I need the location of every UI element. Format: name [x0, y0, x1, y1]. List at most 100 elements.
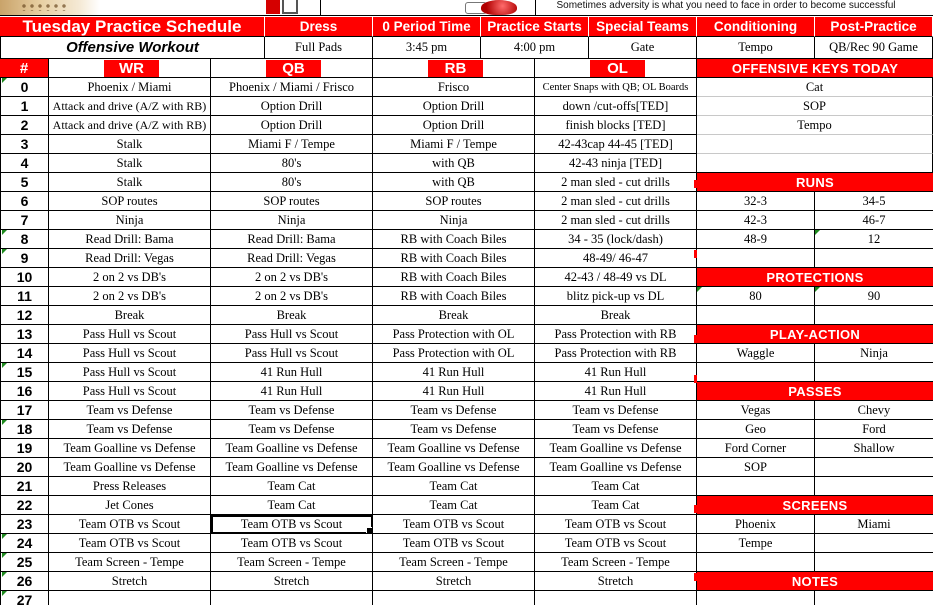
schedule-cell-wr[interactable]: Team OTB vs Scout	[49, 515, 211, 534]
schedule-cell-rb[interactable]	[373, 591, 535, 605]
section-item-left[interactable]	[697, 553, 815, 572]
schedule-cell-ol[interactable]: Center Snaps with QB; OL Boards	[535, 78, 697, 97]
section-item-left[interactable]	[697, 249, 815, 268]
schedule-cell-ol[interactable]: down /cut-offs[TED]	[535, 97, 697, 116]
row-number[interactable]: 12	[0, 306, 49, 325]
schedule-cell-wr[interactable]: 2 on 2 vs DB's	[49, 287, 211, 306]
schedule-cell-rb[interactable]: RB with Coach Biles	[373, 268, 535, 287]
section-item-left[interactable]: 80	[697, 287, 815, 306]
schedule-cell-wr[interactable]: Attack and drive (A/Z with RB)	[49, 116, 211, 135]
schedule-cell-qb[interactable]: Option Drill	[211, 116, 373, 135]
schedule-cell-wr[interactable]: Pass Hull vs Scout	[49, 382, 211, 401]
schedule-cell-rb[interactable]: Team Goalline vs Defense	[373, 458, 535, 477]
schedule-cell-qb[interactable]: Read Drill: Bama	[211, 230, 373, 249]
schedule-cell-rb[interactable]: 41 Run Hull	[373, 382, 535, 401]
schedule-cell-ol[interactable]: Team Cat	[535, 496, 697, 515]
schedule-cell-wr[interactable]: Read Drill: Vegas	[49, 249, 211, 268]
schedule-cell-rb[interactable]: Team OTB vs Scout	[373, 534, 535, 553]
schedule-cell-rb[interactable]: Option Drill	[373, 116, 535, 135]
comment-indicator-icon[interactable]	[2, 553, 7, 558]
schedule-cell-wr[interactable]	[49, 591, 211, 605]
schedule-cell-rb[interactable]: Team vs Defense	[373, 420, 535, 439]
section-item-right[interactable]: 34-5	[815, 192, 933, 211]
row-number[interactable]: 7	[0, 211, 49, 230]
row-number[interactable]: 22	[0, 496, 49, 515]
header-value-post-practice[interactable]: QB/Rec 90 Game	[815, 37, 933, 59]
row-number[interactable]: 1	[0, 97, 49, 116]
schedule-cell-wr[interactable]: Team Screen - Tempe	[49, 553, 211, 572]
section-item-left[interactable]	[697, 591, 815, 605]
row-number[interactable]: 6	[0, 192, 49, 211]
schedule-cell-ol[interactable]: Pass Protection with RB	[535, 325, 697, 344]
section-item-right[interactable]	[815, 306, 933, 325]
section-item-right[interactable]: Ford	[815, 420, 933, 439]
row-number[interactable]: 25	[0, 553, 49, 572]
schedule-cell-rb[interactable]: RB with Coach Biles	[373, 230, 535, 249]
schedule-cell-ol[interactable]: 42-43 / 48-49 vs DL	[535, 268, 697, 287]
schedule-cell-wr[interactable]: Pass Hull vs Scout	[49, 363, 211, 382]
schedule-cell-ol[interactable]: 2 man sled - cut drills	[535, 192, 697, 211]
header-value-practice-starts[interactable]: 4:00 pm	[481, 37, 589, 59]
schedule-cell-ol[interactable]: Team Screen - Tempe	[535, 553, 697, 572]
offensive-key-item[interactable]: Tempo	[697, 116, 933, 135]
section-item-left[interactable]: Ford Corner	[697, 439, 815, 458]
schedule-cell-qb[interactable]: Team vs Defense	[211, 420, 373, 439]
offensive-key-item[interactable]	[697, 135, 933, 154]
section-item-left[interactable]: 42-3	[697, 211, 815, 230]
schedule-cell-qb[interactable]: 41 Run Hull	[211, 363, 373, 382]
schedule-cell-qb[interactable]: Team vs Defense	[211, 401, 373, 420]
schedule-cell-qb[interactable]: 2 on 2 vs DB's	[211, 287, 373, 306]
comment-indicator-icon[interactable]	[2, 230, 7, 235]
row-number[interactable]: 10	[0, 268, 49, 287]
schedule-cell-qb[interactable]: SOP routes	[211, 192, 373, 211]
header-value-0-period-time[interactable]: 3:45 pm	[373, 37, 481, 59]
offensive-key-item[interactable]: SOP	[697, 97, 933, 116]
section-item-right[interactable]	[815, 458, 933, 477]
row-number[interactable]: 18	[0, 420, 49, 439]
schedule-cell-qb[interactable]: Team OTB vs Scout	[211, 534, 373, 553]
schedule-cell-qb[interactable]: Ninja	[211, 211, 373, 230]
section-item-left[interactable]	[697, 306, 815, 325]
row-number[interactable]: 23	[0, 515, 49, 534]
schedule-cell-rb[interactable]: Frisco	[373, 78, 535, 97]
row-number[interactable]: 5	[0, 173, 49, 192]
schedule-cell-rb[interactable]: Pass Protection with OL	[373, 325, 535, 344]
schedule-cell-rb[interactable]: Team Cat	[373, 496, 535, 515]
row-number[interactable]: 21	[0, 477, 49, 496]
schedule-cell-wr[interactable]: Team OTB vs Scout	[49, 534, 211, 553]
schedule-cell-ol[interactable]: Team vs Defense	[535, 420, 697, 439]
schedule-cell-qb[interactable]: Read Drill: Vegas	[211, 249, 373, 268]
section-item-right[interactable]	[815, 249, 933, 268]
comment-indicator-icon[interactable]	[2, 249, 7, 254]
schedule-cell-qb[interactable]: Team OTB vs Scout	[211, 515, 373, 534]
schedule-cell-wr[interactable]: Stalk	[49, 135, 211, 154]
section-item-left[interactable]	[697, 363, 815, 382]
schedule-cell-rb[interactable]: Option Drill	[373, 97, 535, 116]
schedule-cell-rb[interactable]: SOP routes	[373, 192, 535, 211]
section-item-left[interactable]: Phoenix	[697, 515, 815, 534]
comment-indicator-icon[interactable]	[2, 572, 7, 577]
schedule-cell-wr[interactable]: Phoenix / Miami	[49, 78, 211, 97]
schedule-cell-rb[interactable]: Ninja	[373, 211, 535, 230]
section-item-left[interactable]: Geo	[697, 420, 815, 439]
schedule-cell-qb[interactable]: Stretch	[211, 572, 373, 591]
row-number[interactable]: 11	[0, 287, 49, 306]
schedule-cell-ol[interactable]: Break	[535, 306, 697, 325]
schedule-cell-ol[interactable]: 2 man sled - cut drills	[535, 211, 697, 230]
schedule-cell-rb[interactable]: Team Goalline vs Defense	[373, 439, 535, 458]
header-value-special-teams[interactable]: Gate	[589, 37, 697, 59]
schedule-cell-ol[interactable]: blitz pick-up vs DL	[535, 287, 697, 306]
schedule-cell-ol[interactable]: 41 Run Hull	[535, 382, 697, 401]
schedule-cell-qb[interactable]: 80's	[211, 173, 373, 192]
row-number[interactable]: 14	[0, 344, 49, 363]
schedule-cell-ol[interactable]: Team vs Defense	[535, 401, 697, 420]
section-item-left[interactable]: Vegas	[697, 401, 815, 420]
schedule-cell-ol[interactable]: 42-43cap 44-45 [TED]	[535, 135, 697, 154]
schedule-cell-wr[interactable]: Pass Hull vs Scout	[49, 325, 211, 344]
section-item-left[interactable]: Waggle	[697, 344, 815, 363]
schedule-cell-wr[interactable]: Attack and drive (A/Z with RB)	[49, 97, 211, 116]
schedule-cell-ol[interactable]: Team Goalline vs Defense	[535, 458, 697, 477]
schedule-cell-qb[interactable]	[211, 591, 373, 605]
comment-indicator-icon[interactable]	[2, 591, 7, 596]
schedule-cell-rb[interactable]: Team OTB vs Scout	[373, 515, 535, 534]
